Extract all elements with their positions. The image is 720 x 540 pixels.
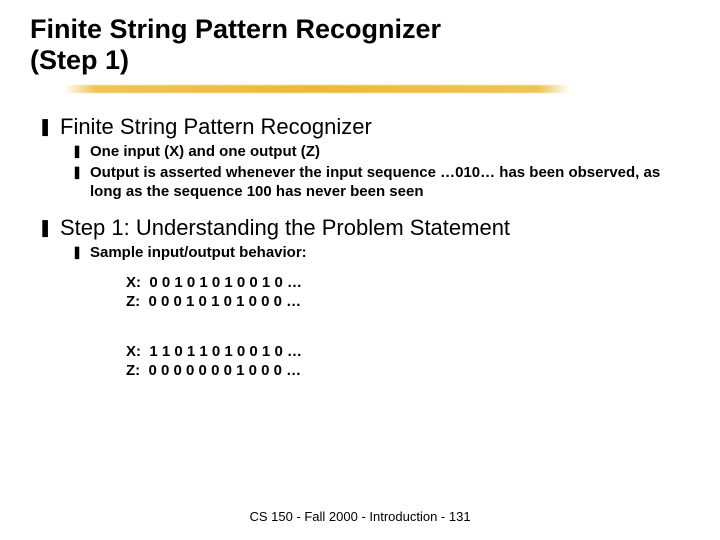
bullet-1-text: Finite String Pattern Recognizer (60, 114, 372, 140)
io-row-x: X: 1 1 0 1 1 0 1 0 0 1 0 … (126, 342, 690, 362)
io-row-z: Z: 0 0 0 1 0 1 0 1 0 0 0 … (126, 292, 690, 312)
io-vals-z: 0 0 0 1 0 1 0 1 0 0 0 … (149, 293, 302, 310)
title-line-2: (Step 1) (30, 45, 129, 75)
io-vals-z: 0 0 0 0 0 0 0 1 0 0 0 … (149, 362, 302, 379)
slide-footer: CS 150 - Fall 2000 - Introduction - 131 (0, 509, 720, 524)
sub-bullet-text: Output is asserted whenever the input se… (90, 163, 690, 201)
underline-bar (64, 85, 570, 93)
square-bullet-icon: ❚ (72, 243, 90, 262)
bullet-2-sublist: ❚ Sample input/output behavior: (72, 243, 690, 262)
slide-content: ❚ Finite String Pattern Recognizer ❚ One… (30, 114, 690, 381)
io-vals-x: 1 1 0 1 1 0 1 0 0 1 0 … (149, 343, 302, 360)
io-label-z: Z: (126, 293, 140, 310)
sub-bullet: ❚ One input (X) and one output (Z) (72, 142, 690, 161)
io-label-x: X: (126, 343, 141, 360)
slide-title: Finite String Pattern Recognizer (Step 1… (30, 14, 690, 76)
io-example-1: X: 0 0 1 0 1 0 1 0 0 1 0 … Z: 0 0 0 1 0 … (126, 273, 690, 312)
square-bullet-icon: ❚ (72, 142, 90, 161)
io-row-z: Z: 0 0 0 0 0 0 0 1 0 0 0 … (126, 361, 690, 381)
title-line-1: Finite String Pattern Recognizer (30, 14, 441, 44)
title-underline (30, 82, 690, 96)
bullet-1: ❚ Finite String Pattern Recognizer (38, 114, 690, 140)
io-row-x: X: 0 0 1 0 1 0 1 0 0 1 0 … (126, 273, 690, 293)
io-example-2: X: 1 1 0 1 1 0 1 0 0 1 0 … Z: 0 0 0 0 0 … (126, 342, 690, 381)
io-vals-x: 0 0 1 0 1 0 1 0 0 1 0 … (149, 274, 302, 291)
slide: Finite String Pattern Recognizer (Step 1… (0, 0, 720, 540)
io-label-x: X: (126, 274, 141, 291)
sub-bullet: ❚ Sample input/output behavior: (72, 243, 690, 262)
square-bullet-icon: ❚ (38, 114, 60, 140)
spacer (38, 314, 690, 332)
bullet-2-text: Step 1: Understanding the Problem Statem… (60, 215, 510, 241)
sub-bullet-text: One input (X) and one output (Z) (90, 142, 320, 161)
bullet-1-sublist: ❚ One input (X) and one output (Z) ❚ Out… (72, 142, 690, 201)
square-bullet-icon: ❚ (38, 215, 60, 241)
bullet-2: ❚ Step 1: Understanding the Problem Stat… (38, 215, 690, 241)
sub-bullet: ❚ Output is asserted whenever the input … (72, 163, 690, 201)
sub-bullet-text: Sample input/output behavior: (90, 243, 307, 262)
square-bullet-icon: ❚ (72, 163, 90, 182)
io-label-z: Z: (126, 362, 140, 379)
